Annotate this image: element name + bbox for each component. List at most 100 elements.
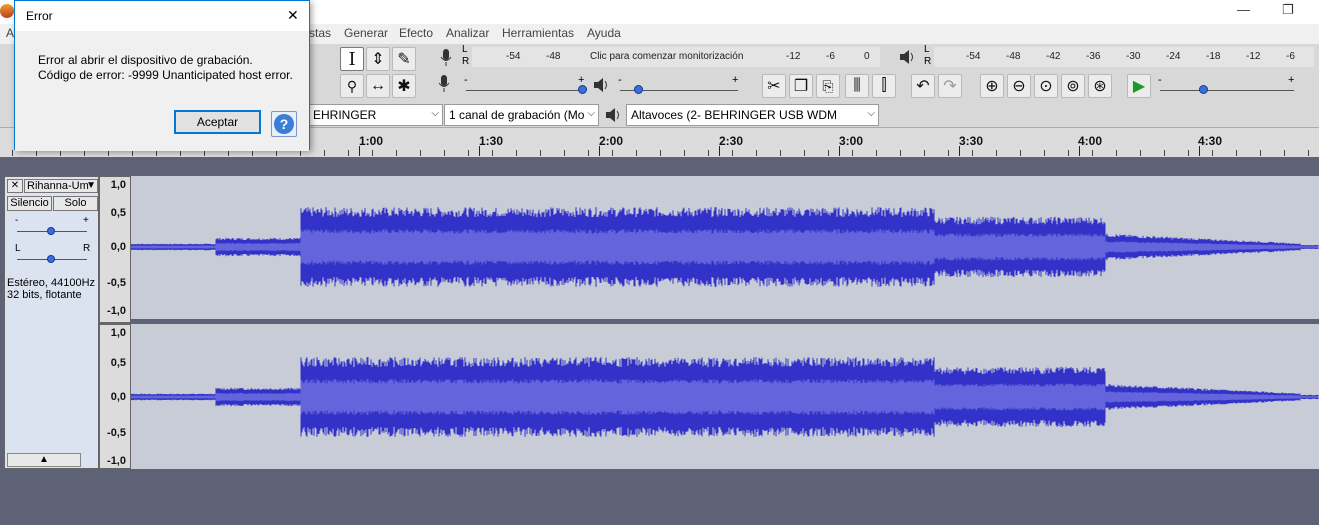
- playback-device-value: Altavoces (2- BEHRINGER USB WDM: [631, 108, 838, 122]
- ruler-tick: [636, 150, 637, 156]
- zoom-in-button[interactable]: ⊕: [980, 74, 1004, 98]
- dialog-message-line2: Código de error: -9999 Unanticipated hos…: [38, 68, 293, 82]
- ruler-tick: [564, 150, 565, 156]
- recording-channels-value: 1 canal de grabación (Mo: [449, 108, 585, 122]
- menu-item-analizar[interactable]: Analizar: [446, 26, 489, 40]
- pan-slider[interactable]: [47, 255, 55, 263]
- track-close-button[interactable]: ✕: [7, 179, 23, 193]
- undo-button[interactable]: ↶: [911, 74, 935, 98]
- solo-label: Solo: [64, 197, 87, 209]
- record-meter-monitor-text[interactable]: Clic para comenzar monitorización: [590, 51, 743, 62]
- zoom-out-button[interactable]: ⊖: [1007, 74, 1031, 98]
- help-button[interactable]: ?: [271, 111, 297, 137]
- play-meter-tick: -12: [1246, 51, 1261, 62]
- recording-channels-select[interactable]: 1 canal de grabación (Mo ⌵: [444, 104, 599, 126]
- dialog-close-button[interactable]: ✕: [287, 7, 299, 24]
- ruler-tick: [1308, 150, 1309, 156]
- zoom-tool-button[interactable]: ⚲: [340, 74, 364, 98]
- mute-label: Silencio: [10, 197, 49, 209]
- play-at-speed-button[interactable]: ▶: [1127, 74, 1151, 98]
- ruler-tick: [348, 150, 349, 156]
- redo-button[interactable]: ↷: [938, 74, 962, 98]
- collapse-track-button[interactable]: ▲: [7, 453, 81, 467]
- gain-slider[interactable]: [47, 227, 55, 235]
- minimize-button[interactable]: —: [1237, 2, 1250, 17]
- play-speed-track: [1160, 90, 1294, 91]
- pan-right-label: R: [83, 243, 91, 254]
- draw-tool-button[interactable]: ✎: [392, 47, 416, 71]
- vscale-label: 0,0: [110, 391, 126, 403]
- multi-tool-button[interactable]: ✱: [392, 74, 416, 98]
- pan-left-label: L: [15, 243, 21, 254]
- play-meter[interactable]: -54 -48 -42 -36 -30 -24 -18 -12 -6: [934, 47, 1314, 67]
- play-speed-slider[interactable]: [1199, 85, 1208, 94]
- playback-volume-slider[interactable]: [634, 85, 643, 94]
- ruler-tick: [1140, 150, 1141, 156]
- record-meter-mic-icon[interactable]: [436, 47, 456, 69]
- selection-tool-button[interactable]: I: [340, 47, 364, 71]
- fit-selection-button[interactable]: ⊙: [1034, 74, 1058, 98]
- envelope-tool-button[interactable]: ⇕: [366, 47, 390, 71]
- cut-button[interactable]: ✂: [762, 74, 786, 98]
- fit-project-button[interactable]: ⊚: [1061, 74, 1085, 98]
- timeline-label: 2:30: [719, 134, 744, 148]
- playback-device-select[interactable]: Altavoces (2- BEHRINGER USB WDM ⌵: [626, 104, 879, 126]
- ruler-tick: [780, 150, 781, 156]
- mute-button[interactable]: Silencio: [7, 196, 52, 211]
- paste-button[interactable]: ⎘: [816, 74, 840, 98]
- menu-item-ayuda[interactable]: Ayuda: [587, 26, 621, 40]
- track-info-format: Estéreo, 44100Hz: [7, 277, 96, 289]
- trim-button[interactable]: ⫼: [845, 74, 869, 98]
- ruler-tick: [828, 150, 829, 156]
- app-icon: [0, 4, 14, 18]
- ruler-tick: [756, 150, 757, 156]
- fit-project-icon: ⊚: [1066, 78, 1080, 95]
- record-meter-tick: -54: [506, 51, 521, 62]
- play-meter-speaker-icon[interactable]: [898, 48, 918, 68]
- solo-button[interactable]: Solo: [53, 196, 98, 211]
- menu-item-herramientas[interactable]: Herramientas: [502, 26, 574, 40]
- ruler-tick: [972, 150, 973, 156]
- gain-plus-label: +: [83, 215, 89, 226]
- ruler-tick: [1212, 150, 1213, 156]
- play-meter-tick: -30: [1126, 51, 1141, 62]
- recording-device-select[interactable]: EHRINGER ⌵: [308, 104, 443, 126]
- chevron-down-icon: ▼: [86, 180, 96, 191]
- ruler-tick: [900, 150, 901, 156]
- ruler-tick: [708, 150, 709, 156]
- scissors-icon: ✂: [767, 78, 781, 95]
- timeline-label: 3:00: [839, 134, 864, 148]
- timeline-label: 2:00: [599, 134, 624, 148]
- recording-volume-slider[interactable]: [578, 85, 587, 94]
- play-meter-tick: -42: [1046, 51, 1061, 62]
- timeline-label: 3:30: [959, 134, 984, 148]
- play-meter-tick: -36: [1086, 51, 1101, 62]
- ruler-tick: [468, 150, 469, 156]
- ruler-tick: [660, 150, 661, 156]
- restore-button[interactable]: ❐: [1282, 2, 1294, 18]
- play-meter-tick: -6: [1286, 51, 1295, 62]
- silence-button[interactable]: ⫿: [872, 74, 896, 98]
- ruler-tick: [1284, 150, 1285, 156]
- track-name-menu[interactable]: Rihanna-Um ▼: [24, 179, 98, 193]
- menu-item-pistas[interactable]: stas: [309, 26, 331, 40]
- waveform-rms: [130, 379, 1319, 415]
- envelope-icon: ⇕: [371, 51, 385, 68]
- track-control-panel: ✕ Rihanna-Um ▼ Silencio Solo - + L R Est…: [4, 176, 99, 469]
- waveform-display[interactable]: [130, 176, 1319, 469]
- ruler-tick: [1164, 150, 1165, 156]
- recording-volume-track: [466, 90, 584, 91]
- zoom-toggle-button[interactable]: ⊛: [1088, 74, 1112, 98]
- ruler-tick: [12, 150, 13, 156]
- ruler-tick: [804, 150, 805, 156]
- ruler-tick: [516, 150, 517, 156]
- copy-button[interactable]: ❐: [789, 74, 813, 98]
- timeline-label: 4:00: [1078, 134, 1103, 148]
- ok-button[interactable]: Aceptar: [174, 110, 261, 134]
- menu-item-efecto[interactable]: Efecto: [399, 26, 433, 40]
- record-meter[interactable]: -54 -48 Clic para comenzar monitorizació…: [472, 47, 880, 67]
- timeline-label: 4:30: [1198, 134, 1223, 148]
- timeshift-tool-button[interactable]: ↔: [366, 74, 390, 98]
- vertical-scale[interactable]: 1,0 0,5 0,0 -0,5 -1,0 1,0 0,5 0,0 -0,5 -…: [99, 176, 132, 469]
- menu-item-generar[interactable]: Generar: [344, 26, 388, 40]
